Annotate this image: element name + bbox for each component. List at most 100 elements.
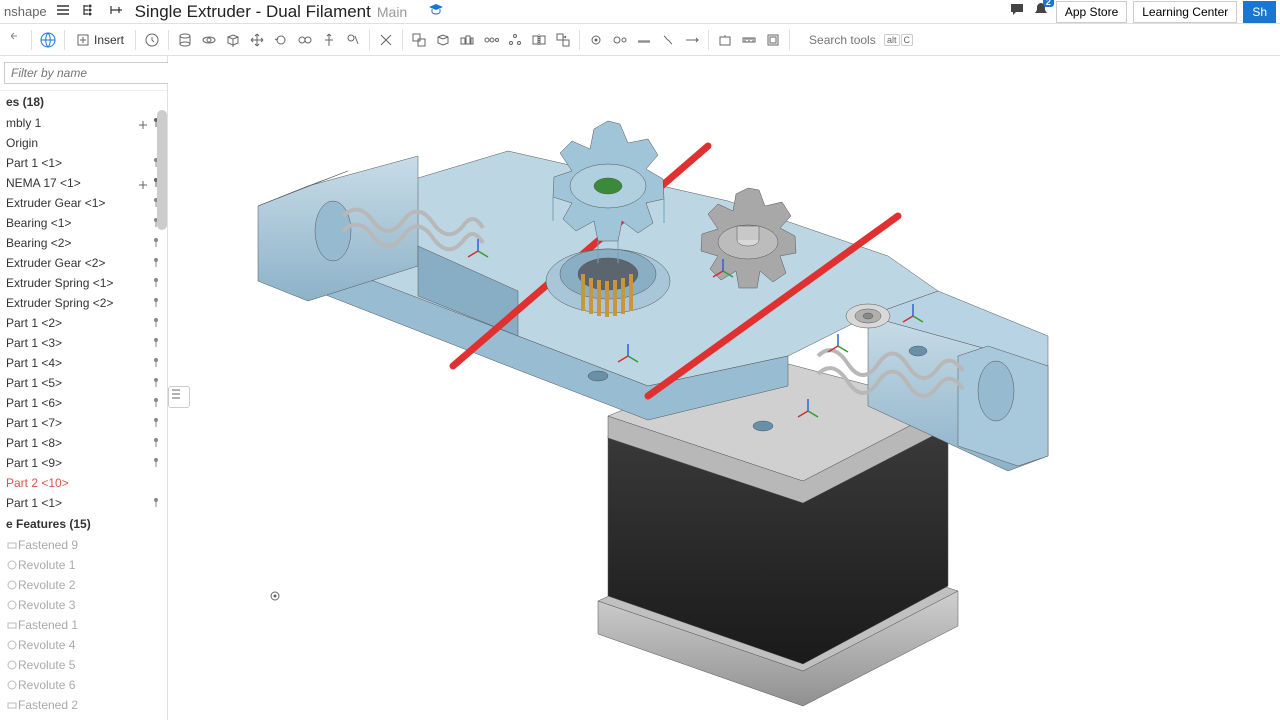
collapse-tree-icon[interactable] bbox=[168, 386, 190, 408]
filter-input[interactable] bbox=[4, 62, 175, 84]
scrollbar-thumb[interactable] bbox=[157, 110, 167, 230]
insert-button[interactable]: Insert bbox=[70, 33, 130, 47]
linear-icon[interactable] bbox=[681, 29, 703, 51]
mate-icon[interactable] bbox=[151, 337, 161, 349]
mate-icon[interactable] bbox=[151, 457, 161, 469]
tree-item[interactable]: Extruder Gear <1> bbox=[0, 193, 167, 213]
tree-item[interactable]: mbly 1 bbox=[0, 113, 167, 133]
tree-item[interactable]: Bearing <2> bbox=[0, 233, 167, 253]
graphics-viewport[interactable] bbox=[168, 56, 1280, 720]
tree-item[interactable]: Part 1 <1> bbox=[0, 493, 167, 513]
mate-item[interactable]: Revolute 2 bbox=[0, 575, 167, 595]
screw-icon[interactable] bbox=[657, 29, 679, 51]
feature-tree[interactable]: es (18) mbly 1OriginPart 1 <1>NEMA 17 <1… bbox=[0, 91, 167, 720]
rack-icon[interactable] bbox=[633, 29, 655, 51]
mate-item[interactable]: Fastened 1 bbox=[0, 615, 167, 635]
mate-label: Fastened 9 bbox=[18, 538, 78, 552]
tree-item[interactable]: Extruder Spring <1> bbox=[0, 273, 167, 293]
mate-features-section[interactable]: e Features (15) bbox=[0, 513, 167, 535]
rotate-icon[interactable] bbox=[270, 29, 292, 51]
replace-icon[interactable] bbox=[552, 29, 574, 51]
clock-mate-icon[interactable] bbox=[141, 29, 163, 51]
search-tools[interactable]: alt C bbox=[803, 31, 913, 49]
undo-icon[interactable] bbox=[4, 29, 26, 51]
main-toolbar: Insert alt C bbox=[0, 24, 1280, 56]
fix-icon[interactable] bbox=[137, 177, 149, 189]
tree-item[interactable]: Part 1 <1> bbox=[0, 153, 167, 173]
mate-label: Revolute 3 bbox=[18, 598, 75, 612]
pattern-icon[interactable] bbox=[456, 29, 478, 51]
circular-pattern-icon[interactable] bbox=[504, 29, 526, 51]
mate-icon[interactable] bbox=[151, 377, 161, 389]
named-views-icon[interactable] bbox=[762, 29, 784, 51]
mate-item[interactable]: Fastened 2 bbox=[0, 695, 167, 715]
mate-icon[interactable] bbox=[151, 357, 161, 369]
transform-icon[interactable] bbox=[294, 29, 316, 51]
cylinder-icon[interactable] bbox=[174, 29, 196, 51]
mate-icon[interactable] bbox=[151, 237, 161, 249]
gear-icon[interactable] bbox=[585, 29, 607, 51]
mate-item[interactable]: Revolute 6 bbox=[0, 675, 167, 695]
snap-icon[interactable] bbox=[375, 29, 397, 51]
mate-icon[interactable] bbox=[151, 277, 161, 289]
brand-logo[interactable]: nshape bbox=[4, 4, 47, 19]
mate-item[interactable]: Revolute 3 bbox=[0, 595, 167, 615]
search-input[interactable] bbox=[803, 31, 883, 49]
revolute-icon[interactable] bbox=[198, 29, 220, 51]
tangent-icon[interactable] bbox=[342, 29, 364, 51]
mate-icon[interactable] bbox=[151, 497, 161, 509]
app-header: nshape Single Extruder - Dual Filament M… bbox=[0, 0, 1280, 24]
fix-icon[interactable] bbox=[137, 117, 149, 129]
replicate-icon[interactable] bbox=[432, 29, 454, 51]
mate-icon[interactable] bbox=[151, 257, 161, 269]
tree-item[interactable]: Part 1 <9> bbox=[0, 453, 167, 473]
tree-item[interactable]: Origin bbox=[0, 133, 167, 153]
mate-icon[interactable] bbox=[151, 297, 161, 309]
doc-title[interactable]: Single Extruder - Dual Filament bbox=[135, 2, 371, 22]
linear-pattern-icon[interactable] bbox=[480, 29, 502, 51]
measure-icon[interactable] bbox=[738, 29, 760, 51]
tree-icon[interactable] bbox=[81, 2, 97, 21]
tree-item[interactable]: Part 1 <7> bbox=[0, 413, 167, 433]
tree-item[interactable]: Part 2 <10> bbox=[0, 473, 167, 493]
fastened-icon bbox=[6, 699, 18, 711]
doc-branch[interactable]: Main bbox=[377, 4, 407, 20]
tree-item[interactable]: Part 1 <8> bbox=[0, 433, 167, 453]
mate-item[interactable]: Revolute 1 bbox=[0, 555, 167, 575]
mate-item[interactable]: Revolute 4 bbox=[0, 635, 167, 655]
mate-icon[interactable] bbox=[151, 437, 161, 449]
box-icon[interactable] bbox=[222, 29, 244, 51]
mate-icon[interactable] bbox=[151, 417, 161, 429]
kbd-alt: alt bbox=[884, 34, 900, 46]
tree-item[interactable]: Bearing <1> bbox=[0, 213, 167, 233]
display-mass-icon[interactable] bbox=[714, 29, 736, 51]
tree-item[interactable]: Extruder Spring <2> bbox=[0, 293, 167, 313]
move-icon[interactable] bbox=[246, 29, 268, 51]
share-button[interactable]: Sh bbox=[1243, 1, 1276, 23]
tree-item[interactable]: Part 1 <4> bbox=[0, 353, 167, 373]
tree-item[interactable]: Part 1 <5> bbox=[0, 373, 167, 393]
menu-icon[interactable] bbox=[55, 2, 71, 21]
gear-relation-icon[interactable] bbox=[609, 29, 631, 51]
tree-item[interactable]: Part 1 <6> bbox=[0, 393, 167, 413]
mirror-icon[interactable] bbox=[528, 29, 550, 51]
mate-item[interactable]: Revolute 5 bbox=[0, 655, 167, 675]
mate-icon[interactable] bbox=[151, 317, 161, 329]
group-icon[interactable] bbox=[408, 29, 430, 51]
tree-item[interactable]: Part 1 <3> bbox=[0, 333, 167, 353]
learning-center-button[interactable]: Learning Center bbox=[1133, 1, 1237, 23]
tree-item[interactable]: NEMA 17 <1> bbox=[0, 173, 167, 193]
app-store-button[interactable]: App Store bbox=[1056, 1, 1127, 23]
instances-section[interactable]: es (18) bbox=[0, 91, 167, 113]
add-icon[interactable] bbox=[107, 2, 123, 21]
tree-item[interactable]: Part 1 <2> bbox=[0, 313, 167, 333]
mate-icon[interactable] bbox=[151, 397, 161, 409]
axis-icon[interactable] bbox=[318, 29, 340, 51]
notification-bell-icon[interactable]: 2 bbox=[1032, 1, 1050, 22]
globe-icon[interactable] bbox=[37, 29, 59, 51]
bearing-right[interactable] bbox=[846, 304, 890, 328]
tree-item[interactable]: Extruder Gear <2> bbox=[0, 253, 167, 273]
comment-icon[interactable] bbox=[1008, 1, 1026, 22]
education-icon[interactable] bbox=[427, 1, 445, 22]
mate-item[interactable]: Fastened 9 bbox=[0, 535, 167, 555]
